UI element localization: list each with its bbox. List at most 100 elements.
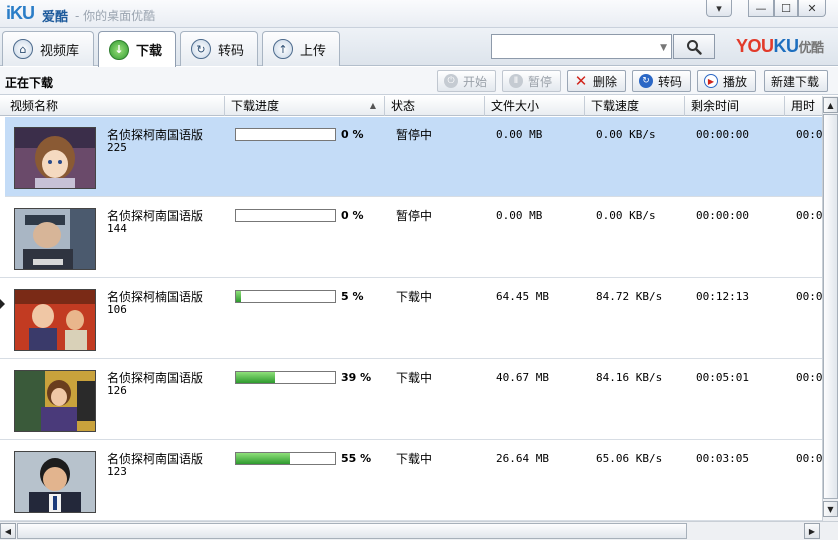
table-row[interactable]: 名侦探柯南国语版 144 0 % 暂停中 0.00 MB 0.00 KB/s 0… [0, 198, 822, 278]
play-label: 播放 [723, 74, 748, 89]
horizontal-scroll-thumb[interactable] [17, 523, 687, 539]
minimize-button[interactable]: — [748, 0, 774, 17]
progress-fill [236, 372, 275, 383]
pause-icon: Ⅱ [509, 74, 523, 88]
vertical-scroll-thumb[interactable] [823, 114, 838, 499]
download-icon: ↓ [109, 39, 129, 60]
table-row[interactable]: 名侦探柯南国语版 123 55 % 下载中 26.64 MB 65.06 KB/… [0, 441, 822, 521]
video-thumbnail [14, 208, 96, 270]
progress-bar [235, 209, 336, 222]
file-size: 26.64 MB [496, 452, 549, 465]
delete-button[interactable]: ✕ 删除 [567, 70, 626, 92]
column-header-remaining[interactable]: 剩余时间 [685, 96, 785, 116]
elapsed-time: 00:03 [796, 371, 822, 384]
tab-label: 转码 [218, 43, 245, 59]
convert-button[interactable]: ↻ 转码 [632, 70, 691, 92]
table-row[interactable]: 名侦探柯南国语版 225 0 % 暂停中 0.00 MB 0.00 KB/s 0… [5, 117, 822, 197]
app-name: 爱酷 [42, 10, 69, 25]
youku-logo-cn: 优酷 [798, 40, 825, 55]
play-icon: ▶ [704, 74, 718, 88]
title-bar: iKU 爱酷 - 你的桌面优酷 ▾ — ☐ ✕ [0, 0, 838, 28]
scroll-left-button[interactable]: ◀ [0, 523, 16, 539]
video-episode: 106 [107, 303, 127, 316]
remaining-time: 00:03:05 [696, 452, 749, 465]
column-header-progress[interactable]: 下载进度 ▲ [225, 96, 385, 116]
status-text: 下载中 [396, 290, 433, 304]
file-size: 0.00 MB [496, 209, 543, 222]
delete-label: 删除 [593, 74, 618, 89]
tab-label: 视频库 [40, 43, 80, 59]
delete-x-icon: ✕ [574, 72, 588, 90]
chevron-down-icon[interactable]: ▼ [660, 43, 667, 53]
download-speed: 84.16 KB/s [596, 371, 663, 384]
progress-bar [235, 371, 336, 384]
scroll-up-button[interactable]: ▲ [823, 97, 838, 113]
download-speed: 0.00 KB/s [596, 128, 656, 141]
progress-percent: 39 % [341, 371, 372, 384]
menu-dropdown-button[interactable]: ▾ [706, 0, 732, 17]
file-size: 64.45 MB [496, 290, 549, 303]
home-icon: ⌂ [13, 39, 33, 59]
progress-bar [235, 290, 336, 303]
youku-logo-ku: KU [773, 36, 800, 56]
progress-bar [235, 452, 336, 465]
scroll-right-button[interactable]: ▶ [804, 523, 820, 539]
tab-upload[interactable]: ↑ 上传 [262, 31, 340, 66]
column-header-size[interactable]: 文件大小 [485, 96, 585, 116]
current-row-marker-icon [0, 299, 5, 309]
video-episode: 225 [107, 141, 127, 154]
column-header-speed[interactable]: 下载速度 [585, 96, 685, 116]
video-thumbnail [14, 127, 96, 189]
scroll-down-button[interactable]: ▼ [823, 501, 838, 517]
table-row[interactable]: 名侦探柯南国语版 126 39 % 下载中 40.67 MB 84.16 KB/… [0, 360, 822, 440]
convert-icon: ↻ [639, 74, 653, 88]
search-input[interactable]: ▼ [491, 34, 672, 59]
progress-percent: 0 % [341, 128, 364, 141]
search-icon [687, 39, 702, 55]
youku-logo-you: YOU [736, 36, 774, 56]
table-row[interactable]: 名侦探柯楠国语版 106 5 % 下载中 64.45 MB 84.72 KB/s… [0, 279, 822, 359]
progress-bar [235, 128, 336, 141]
progress-percent: 5 % [341, 290, 364, 303]
status-text: 下载中 [396, 371, 433, 385]
iku-logo: iKU [6, 3, 35, 24]
tab-convert[interactable]: ↻ 转码 [180, 31, 258, 66]
elapsed-time: 00:00 [796, 209, 822, 222]
search-button[interactable] [673, 34, 715, 59]
start-button[interactable]: ⏻ 开始 [437, 70, 496, 92]
convert-icon: ↻ [191, 39, 211, 59]
horizontal-scrollbar[interactable]: ◀ ▶ [0, 521, 838, 540]
status-text: 暂停中 [396, 128, 433, 142]
progress-fill [236, 453, 291, 464]
download-speed: 65.06 KB/s [596, 452, 663, 465]
column-header-name[interactable]: 视频名称 [4, 96, 225, 116]
progress-percent: 0 % [341, 209, 364, 222]
logo-text: iKU [6, 3, 35, 23]
maximize-button[interactable]: ☐ [774, 0, 798, 17]
progress-percent: 55 % [341, 452, 372, 465]
start-label: 开始 [463, 74, 488, 89]
column-header-elapsed[interactable]: 用时 [785, 96, 822, 116]
sort-ascending-icon: ▲ [369, 101, 376, 110]
vertical-scrollbar[interactable]: ▲ ▼ [822, 96, 838, 521]
close-button[interactable]: ✕ [798, 0, 826, 17]
download-speed: 0.00 KB/s [596, 209, 656, 222]
download-toolbar: 正在下载 ⏻ 开始 Ⅱ 暂停 ✕ 删除 ↻ 转码 ▶ 播放 新建下载 [0, 67, 838, 95]
elapsed-time: 00:00 [796, 290, 822, 303]
download-speed: 84.72 KB/s [596, 290, 663, 303]
play-button[interactable]: ▶ 播放 [697, 70, 756, 92]
tab-video-library[interactable]: ⌂ 视频库 [2, 31, 94, 66]
remaining-time: 00:12:13 [696, 290, 749, 303]
tab-download[interactable]: ↓ 下载 [98, 31, 176, 67]
convert-label: 转码 [658, 74, 683, 89]
new-download-button[interactable]: 新建下载 [764, 70, 828, 92]
tab-label: 下载 [136, 44, 163, 59]
column-header-status[interactable]: 状态 [385, 96, 485, 116]
video-episode: 126 [107, 384, 127, 397]
pause-button[interactable]: Ⅱ 暂停 [502, 70, 561, 92]
remaining-time: 00:00:00 [696, 128, 749, 141]
remaining-time: 00:00:00 [696, 209, 749, 222]
video-thumbnail [14, 370, 96, 432]
youku-logo: YOUKU优酷 [736, 36, 824, 57]
tab-label: 上传 [300, 43, 327, 59]
